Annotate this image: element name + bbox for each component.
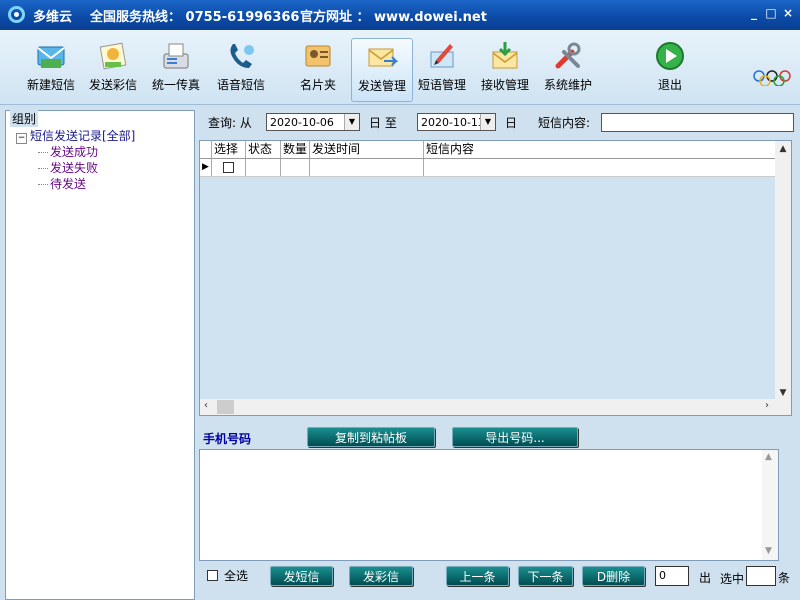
close-button[interactable]: × (781, 7, 795, 20)
toolbar-new-sms[interactable]: 新建短信 (20, 38, 82, 102)
table-row[interactable]: ▶ (200, 159, 776, 177)
grid-header: 选择 状态 数量 发送时间 短信内容 (200, 141, 776, 159)
records-grid: 选择 状态 数量 发送时间 短信内容 ▶ ▲ ▼ ‹ › (199, 140, 792, 416)
toolbar-exit[interactable]: 退出 (639, 38, 701, 102)
scroll-up-icon[interactable]: ▲ (765, 452, 772, 462)
olympic-rings-icon (753, 70, 791, 86)
row-pointer-icon: ▶ (200, 159, 212, 176)
export-partial-label: 出 (699, 571, 712, 585)
restore-button[interactable]: □ (764, 7, 778, 20)
copy-to-clipboard-button[interactable]: 复制到粘帖板 (307, 427, 435, 447)
content-search-input[interactable] (601, 113, 794, 132)
hotline-text: 全国服务热线： 0755-61996366 (90, 10, 300, 25)
col-content[interactable]: 短信内容 (424, 141, 776, 158)
toolbar-voice-sms[interactable]: 语音短信 (210, 38, 272, 102)
grid-vertical-scrollbar[interactable]: ▲ ▼ (775, 141, 791, 401)
select-all-checkbox[interactable] (207, 570, 218, 581)
website-text: 官方网址 ： www.dowei.net (300, 10, 487, 25)
tree-root[interactable]: − 短信发送记录[全部] (16, 128, 135, 144)
day-to-label: 日 至 (369, 116, 397, 130)
chevron-down-icon[interactable]: ▼ (344, 114, 359, 130)
receive-manage-icon (489, 40, 521, 72)
send-mms-icon (97, 40, 129, 72)
main-toolbar: 新建短信 发送彩信 统一传真 语音短信 名片夹 发送管理 短语管理 接收管理 系… (0, 30, 800, 105)
next-button[interactable]: 下一条 (518, 566, 573, 586)
row-checkbox[interactable] (223, 162, 234, 173)
toolbar-phrase-manage[interactable]: 短语管理 (411, 38, 473, 102)
count-field[interactable]: 0 (655, 566, 689, 586)
scroll-left-icon[interactable]: ‹ (204, 400, 208, 411)
select-all-label: 全选 (224, 569, 249, 583)
record-tree: − 短信发送记录[全部] 发送成功 发送失败 待发送 (16, 128, 135, 192)
app-logo-icon (8, 6, 25, 23)
col-status[interactable]: 状态 (246, 141, 281, 158)
scroll-thumb[interactable] (217, 400, 234, 414)
unit-label: 条 (778, 571, 791, 585)
col-count[interactable]: 数量 (281, 141, 310, 158)
from-date-picker[interactable]: 2020-10-06 ▼ (266, 113, 360, 131)
phone-list-scrollbar[interactable]: ▲ ▼ (762, 450, 778, 560)
tree-item-send-failed[interactable]: 发送失败 (16, 160, 135, 176)
collapse-icon[interactable]: − (16, 133, 27, 144)
col-send-time[interactable]: 发送时间 (310, 141, 424, 158)
delete-button[interactable]: D删除 (582, 566, 645, 586)
export-numbers-button[interactable]: 导出号码... (452, 427, 578, 447)
phone-number-label: 手机号码 (203, 432, 252, 446)
tools-icon (552, 40, 584, 72)
tree-item-pending[interactable]: 待发送 (16, 176, 135, 192)
selected-count-field[interactable] (746, 566, 776, 586)
col-select[interactable]: 选择 (212, 141, 246, 158)
contacts-icon (302, 40, 334, 72)
day-label: 日 (505, 116, 518, 130)
content-label: 短信内容: (538, 116, 591, 130)
previous-button[interactable]: 上一条 (446, 566, 509, 586)
scroll-right-icon[interactable]: › (765, 400, 769, 411)
voice-sms-icon (225, 40, 257, 72)
phrase-manage-icon (426, 40, 458, 72)
selected-label: 选中 (720, 572, 745, 586)
send-manage-icon (366, 41, 399, 73)
fax-icon (160, 40, 192, 72)
toolbar-receive-manage[interactable]: 接收管理 (474, 38, 536, 102)
app-name: 多维云 (33, 10, 73, 25)
send-mms-button[interactable]: 发彩信 (349, 566, 413, 586)
phone-number-list[interactable]: ▲ ▼ (199, 449, 779, 561)
toolbar-contacts[interactable]: 名片夹 (287, 38, 349, 102)
new-sms-icon (35, 40, 67, 72)
minimize-button[interactable]: _ (747, 7, 761, 20)
to-date-picker[interactable]: 2020-10-13 ▼ (417, 113, 496, 131)
toolbar-send-mms[interactable]: 发送彩信 (82, 38, 144, 102)
group-title: 组别 (10, 110, 39, 127)
send-sms-button[interactable]: 发短信 (270, 566, 333, 586)
title-bar: 多维云 全国服务热线： 0755-61996366 官方网址 ： www.dow… (0, 0, 800, 30)
query-label: 查询: 从 (208, 116, 252, 130)
toolbar-system-maintenance[interactable]: 系统维护 (537, 38, 599, 102)
toolbar-fax[interactable]: 统一传真 (145, 38, 207, 102)
toolbar-send-manage[interactable]: 发送管理 (351, 38, 413, 102)
scroll-up-icon[interactable]: ▲ (775, 141, 791, 157)
grid-horizontal-scrollbar[interactable]: ‹ › (200, 399, 791, 415)
scroll-down-icon[interactable]: ▼ (765, 546, 772, 556)
tree-item-send-success[interactable]: 发送成功 (16, 144, 135, 160)
chevron-down-icon[interactable]: ▼ (480, 114, 495, 130)
exit-icon (654, 40, 686, 72)
